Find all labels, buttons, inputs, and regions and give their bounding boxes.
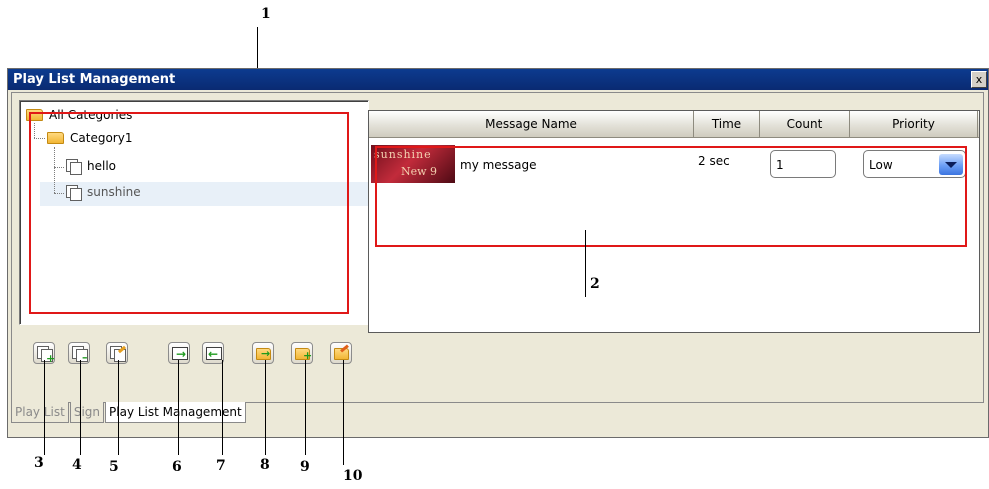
callout-6: 6 [172, 459, 182, 475]
arrow-left-icon: ← [208, 347, 219, 361]
import-button[interactable]: → [168, 342, 190, 364]
edit-message-button[interactable] [106, 342, 128, 364]
column-header-message-name[interactable]: Message Name [369, 111, 694, 137]
tree-connector [54, 147, 55, 193]
tab-play-list-management[interactable]: Play List Management [105, 402, 246, 423]
arrow-right-icon: → [176, 347, 187, 361]
tree-node-label: Category1 [70, 131, 133, 145]
folder-icon [47, 132, 64, 144]
time-cell: 2 sec [698, 154, 730, 168]
priority-value: Low [869, 158, 893, 172]
callout-1: 1 [261, 6, 271, 22]
priority-select[interactable]: Low [863, 150, 966, 178]
tree-node-sunshine[interactable]: sunshine [66, 181, 141, 203]
minus-icon: – [82, 351, 88, 364]
callout-9: 9 [300, 459, 310, 475]
callout-9-line [305, 360, 306, 455]
callout-5: 5 [109, 459, 119, 475]
callout-5-line [118, 360, 119, 455]
callout-6-line [178, 360, 179, 455]
export-button[interactable]: ← [202, 342, 224, 364]
grid-header: Message Name Time Count Priority [369, 111, 979, 138]
count-input[interactable]: 1 [770, 150, 836, 178]
arrow-right-icon: → [261, 347, 271, 360]
callout-7: 7 [216, 458, 226, 474]
callout-10-line [343, 360, 344, 465]
title-bar: Play List Management x [8, 69, 988, 90]
tree-connector [54, 193, 64, 194]
callout-8-line [265, 360, 266, 455]
plus-icon: + [46, 352, 56, 365]
tree-node-label: All Categories [49, 108, 133, 122]
dropdown-arrow-icon[interactable] [939, 154, 963, 175]
remove-message-button[interactable]: – [68, 342, 90, 364]
column-header-priority[interactable]: Priority [850, 111, 978, 137]
tab-sign[interactable]: Sign [69, 402, 105, 423]
tree-node-label: sunshine [87, 185, 141, 199]
message-pages-icon [66, 184, 82, 201]
callout-2: 2 [590, 276, 600, 292]
column-header-time[interactable]: Time [694, 111, 760, 137]
open-playlist-button[interactable]: → [252, 342, 274, 364]
thumbnail-text: sunshine [374, 148, 432, 161]
tab-play-list[interactable]: Play List [11, 402, 69, 423]
callout-2-line [585, 230, 586, 297]
category-tree[interactable]: All Categories Category1 hello sunshine [19, 100, 369, 325]
window-title: Play List Management [13, 72, 176, 87]
column-header-count[interactable]: Count [760, 111, 850, 137]
close-button[interactable]: x [971, 71, 987, 88]
message-name-cell[interactable]: my message [460, 158, 537, 172]
message-grid: Message Name Time Count Priority sunshin… [368, 110, 980, 333]
callout-3-line [44, 360, 45, 455]
tree-node-hello[interactable]: hello [66, 155, 116, 177]
message-pages-icon [66, 158, 82, 175]
tree-node-category1[interactable]: Category1 [47, 127, 132, 149]
callout-3: 3 [34, 455, 44, 471]
tree-node-all-categories[interactable]: All Categories [26, 104, 132, 126]
open-folder-icon [26, 109, 43, 121]
play-list-management-window: Play List Management x All Categories Ca… [7, 68, 989, 438]
callout-4: 4 [72, 457, 82, 473]
add-playlist-button[interactable]: + [291, 342, 313, 364]
callout-8: 8 [260, 457, 270, 473]
tab-bar: Play List Sign Play List Management [11, 402, 247, 423]
tree-connector [54, 167, 64, 168]
tree-connector [34, 138, 45, 139]
message-thumbnail: sunshine New 9 [371, 145, 455, 183]
thumbnail-text: New 9 [401, 165, 438, 178]
tree-node-label: hello [87, 159, 116, 173]
edit-playlist-button[interactable] [330, 342, 352, 364]
callout-7-line [222, 360, 223, 455]
callout-10: 10 [343, 468, 363, 484]
callout-4-line [80, 360, 81, 455]
